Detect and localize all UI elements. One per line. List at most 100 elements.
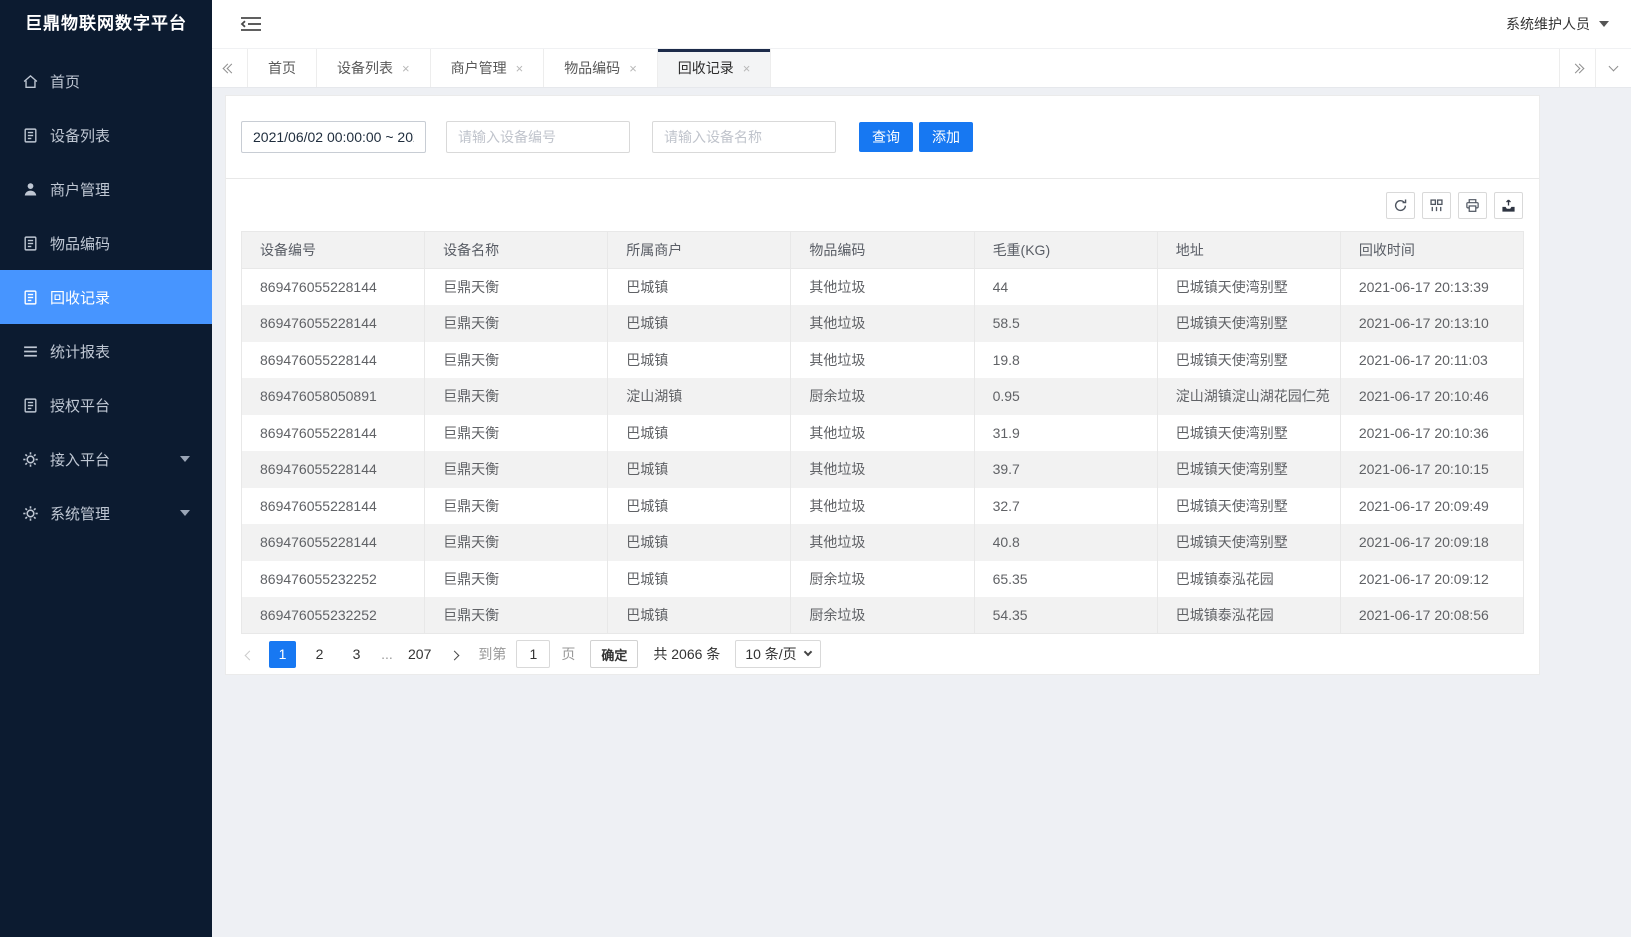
page-button-1[interactable]: 1	[269, 641, 296, 668]
tabs-menu-button[interactable]	[1595, 49, 1631, 87]
table-cell: 巨鼎天衡	[425, 561, 608, 598]
column-header: 物品编码	[791, 232, 974, 269]
tab-1[interactable]: 设备列表 ×	[317, 49, 431, 87]
close-icon[interactable]: ×	[743, 62, 751, 75]
pagination: 123...207 到第 页 确定 共 2066 条 10 条/页	[226, 634, 1539, 674]
table-cell: 巨鼎天衡	[425, 451, 608, 488]
table-row: 869476055228144巨鼎天衡巴城镇其他垃圾40.8巴城镇天使湾别墅20…	[242, 524, 1524, 561]
page-button-3[interactable]: 3	[343, 641, 370, 668]
goto-page-input[interactable]	[516, 640, 550, 668]
sidebar-item-authorization-platform[interactable]: 授权平台	[0, 378, 212, 432]
columns-button[interactable]	[1422, 192, 1451, 219]
refresh-button[interactable]	[1386, 192, 1415, 219]
tab-label: 设备列表	[337, 58, 393, 78]
sidebar-item-device-list[interactable]: 设备列表	[0, 108, 212, 162]
table-cell: 2021-06-17 20:09:18	[1340, 524, 1523, 561]
sidebar-item-label: 物品编码	[50, 233, 110, 254]
print-button[interactable]	[1458, 192, 1487, 219]
tab-label: 首页	[268, 58, 296, 78]
sidebar-item-system-management[interactable]: 系统管理	[0, 486, 212, 540]
list-icon	[22, 127, 39, 144]
table-cell: 巴城镇	[608, 524, 791, 561]
tab-3[interactable]: 物品编码 ×	[544, 49, 658, 87]
list-icon	[22, 235, 39, 252]
sidebar-item-recycle-records[interactable]: 回收记录	[0, 270, 212, 324]
table-cell: 39.7	[974, 451, 1157, 488]
gear-icon	[22, 505, 39, 522]
table-cell: 巴城镇天使湾别墅	[1157, 451, 1340, 488]
close-icon[interactable]: ×	[402, 62, 410, 75]
table-cell: 869476055228144	[242, 524, 425, 561]
table-cell: 厨余垃圾	[791, 597, 974, 634]
tab-label: 物品编码	[564, 58, 620, 78]
table-cell: 2021-06-17 20:13:10	[1340, 305, 1523, 342]
tabs: 首页设备列表×商户管理×物品编码×回收记录×	[248, 49, 1559, 87]
sidebar-item-label: 设备列表	[50, 125, 110, 146]
date-range-input[interactable]	[241, 121, 426, 153]
close-icon[interactable]: ×	[629, 62, 637, 75]
page-button-2[interactable]: 2	[306, 641, 333, 668]
sidebar-item-merchant-management[interactable]: 商户管理	[0, 162, 212, 216]
table-cell: 869476055232252	[242, 561, 425, 598]
filter-bar: 查询 添加	[226, 96, 1539, 179]
table-cell: 65.35	[974, 561, 1157, 598]
table-cell: 淀山湖镇淀山湖花园仁苑	[1157, 378, 1340, 415]
close-icon[interactable]: ×	[516, 62, 524, 75]
table-cell: 2021-06-17 20:09:12	[1340, 561, 1523, 598]
refresh-icon	[1393, 198, 1408, 213]
table-cell: 0.95	[974, 378, 1157, 415]
table-cell: 巴城镇	[608, 269, 791, 306]
records-table: 设备编号设备名称所属商户物品编码毛重(KG)地址回收时间 86947605522…	[241, 231, 1524, 634]
table-cell: 巴城镇天使湾别墅	[1157, 524, 1340, 561]
chevron-left-icon	[245, 651, 255, 661]
table-cell: 2021-06-17 20:11:03	[1340, 342, 1523, 379]
table-cell: 869476055228144	[242, 342, 425, 379]
sidebar-item-item-code[interactable]: 物品编码	[0, 216, 212, 270]
device-name-input[interactable]	[652, 121, 836, 153]
table-cell: 54.35	[974, 597, 1157, 634]
content-card: 查询 添加 设备编号设备名称所属商户物品编码毛重(KG)地址回收时间 86947…	[225, 95, 1540, 675]
tabs-scroll-left-button[interactable]	[212, 49, 248, 87]
tab-2[interactable]: 商户管理×	[431, 49, 545, 87]
table-cell: 巨鼎天衡	[425, 488, 608, 525]
table-cell: 巨鼎天衡	[425, 342, 608, 379]
table-cell: 巨鼎天衡	[425, 378, 608, 415]
content: 查询 添加 设备编号设备名称所属商户物品编码毛重(KG)地址回收时间 86947…	[212, 88, 1631, 937]
tab-4[interactable]: 回收记录×	[658, 49, 772, 87]
table-row: 869476055232252巨鼎天衡巴城镇厨余垃圾65.35巴城镇泰泓花园20…	[242, 561, 1524, 598]
tab-0[interactable]: 首页	[248, 49, 317, 87]
user-menu[interactable]: 系统维护人员	[1506, 14, 1609, 34]
add-button[interactable]: 添加	[919, 122, 973, 152]
columns-icon	[1429, 198, 1444, 213]
chevron-right-icon	[450, 651, 460, 661]
export-button[interactable]	[1494, 192, 1523, 219]
table-toolbar	[226, 179, 1539, 231]
sidebar-item-label: 接入平台	[50, 449, 110, 470]
table-cell: 869476055228144	[242, 269, 425, 306]
sidebar-menu: 首页设备列表商户管理物品编码回收记录统计报表授权平台接入平台系统管理	[0, 48, 212, 540]
table-row: 869476055228144巨鼎天衡巴城镇其他垃圾19.8巴城镇天使湾别墅20…	[242, 342, 1524, 379]
list-icon	[22, 289, 39, 306]
table-cell: 其他垃圾	[791, 451, 974, 488]
goto-label: 到第	[478, 644, 506, 664]
table-cell: 巴城镇天使湾别墅	[1157, 305, 1340, 342]
table-cell: 巴城镇	[608, 561, 791, 598]
table-cell: 40.8	[974, 524, 1157, 561]
prev-page-button[interactable]	[246, 646, 253, 662]
confirm-button[interactable]: 确定	[590, 640, 638, 668]
next-page-button[interactable]	[451, 646, 458, 662]
app-title: 巨鼎物联网数字平台	[0, 0, 212, 48]
sidebar-item-access-platform[interactable]: 接入平台	[0, 432, 212, 486]
sidebar-item-statistics-report[interactable]: 统计报表	[0, 324, 212, 378]
sidebar-collapse-icon[interactable]	[240, 15, 262, 33]
app-root: 巨鼎物联网数字平台 首页设备列表商户管理物品编码回收记录统计报表授权平台接入平台…	[0, 0, 1631, 937]
search-button[interactable]: 查询	[859, 122, 913, 152]
page-button-207[interactable]: 207	[404, 641, 435, 668]
device-number-input[interactable]	[446, 121, 630, 153]
sidebar-item-home[interactable]: 首页	[0, 54, 212, 108]
table-cell: 其他垃圾	[791, 415, 974, 452]
list-icon	[22, 397, 39, 414]
chevron-down-icon	[1609, 61, 1619, 71]
page-size-select[interactable]: 10 条/页	[735, 640, 820, 668]
tabs-scroll-right-button[interactable]	[1559, 49, 1595, 87]
